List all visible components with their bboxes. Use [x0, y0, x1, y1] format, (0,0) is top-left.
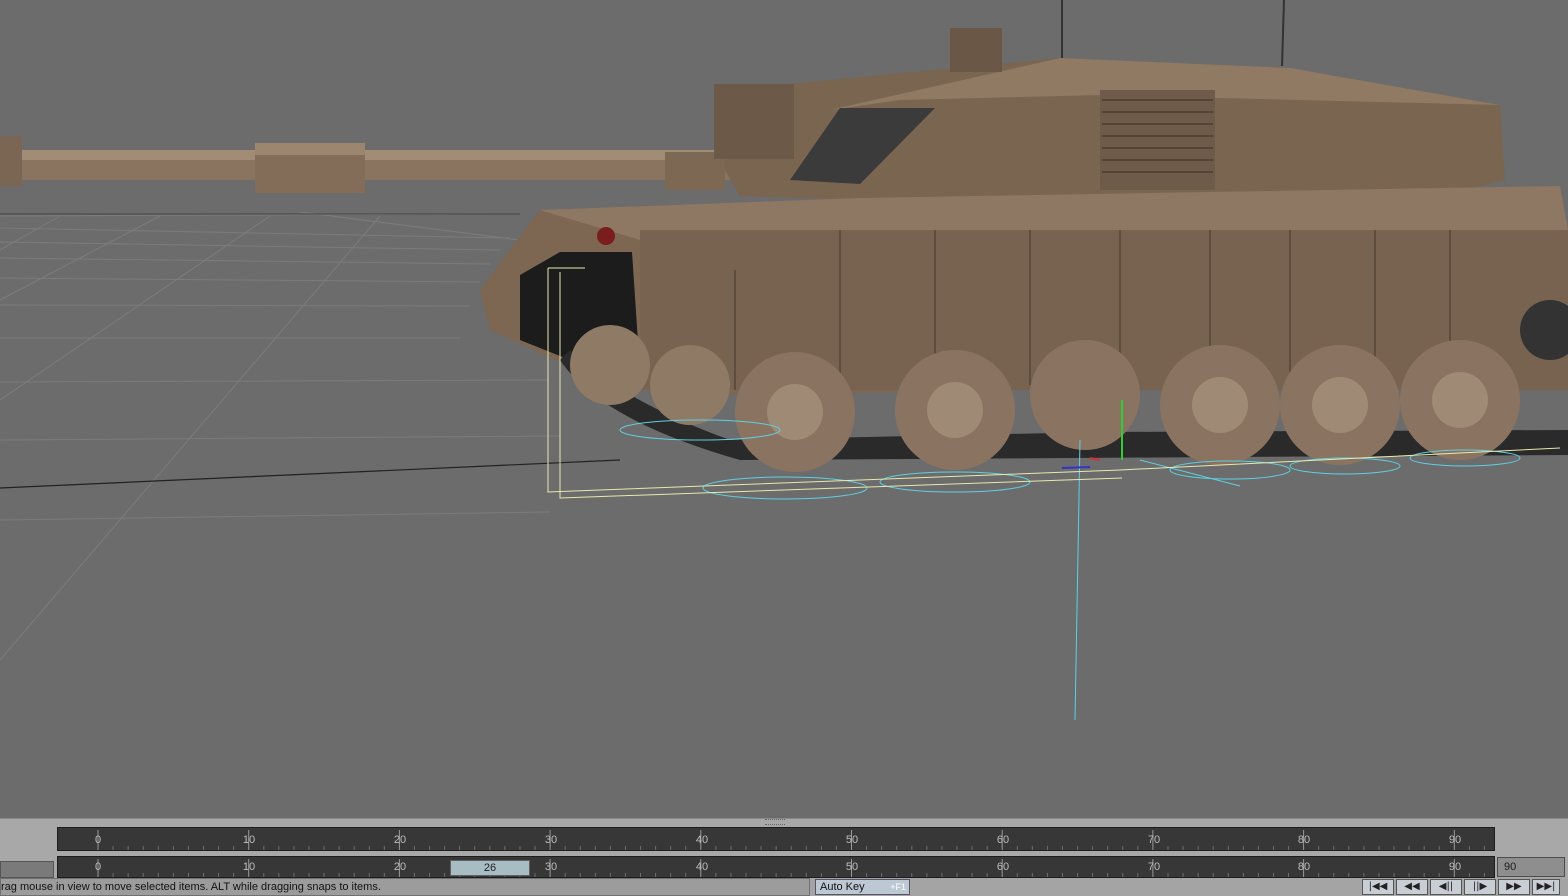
rewind-button[interactable]: ◀◀ — [1396, 879, 1428, 895]
3d-viewport[interactable] — [0, 0, 1568, 818]
ruler-label: 80 — [1297, 834, 1311, 846]
ruler-label: 0 — [94, 834, 102, 846]
slider-label: 10 — [242, 861, 256, 873]
auto-key-label: Auto Key — [820, 881, 865, 893]
slider-ticks — [97, 859, 1485, 877]
timeline-ruler[interactable]: 0 10 20 30 40 50 60 70 80 90 — [57, 827, 1495, 851]
ruler-label: 70 — [1147, 834, 1161, 846]
tank-turret — [714, 0, 1505, 200]
slider-label: 90 — [1448, 861, 1462, 873]
current-frame-indicator[interactable]: 26 — [450, 860, 530, 876]
panel-resize-grip[interactable] — [765, 819, 785, 825]
first-frame-button[interactable]: |◀◀ — [1362, 879, 1394, 895]
status-message: rag mouse in view to move selected items… — [0, 878, 810, 896]
slider-label: 80 — [1297, 861, 1311, 873]
slider-label: 60 — [996, 861, 1010, 873]
last-frame-icon: ▶▶| — [1536, 881, 1556, 892]
slider-label: 0 — [94, 861, 102, 873]
timeline-left-field[interactable] — [0, 861, 54, 878]
ruler-label: 30 — [544, 834, 558, 846]
slider-label: 70 — [1147, 861, 1161, 873]
tank-gun-barrel — [0, 136, 730, 193]
ruler-label: 10 — [242, 834, 256, 846]
rewind-icon: ◀◀ — [1404, 881, 1420, 892]
time-slider[interactable]: 26 0 10 20 30 40 50 60 70 80 90 — [57, 856, 1495, 878]
first-frame-icon: |◀◀ — [1368, 881, 1388, 892]
step-back-icon: ◀|| — [1438, 881, 1454, 892]
ruler-label: 40 — [695, 834, 709, 846]
last-frame-button[interactable]: ▶▶| — [1532, 879, 1560, 895]
timeline-panel: 0 10 20 30 40 50 60 70 80 90 26 0 10 20 … — [0, 818, 1568, 879]
slider-label: 30 — [544, 861, 558, 873]
transport-controls: |◀◀ ◀◀ ◀|| ||▶ ▶▶ ▶▶| — [1362, 879, 1568, 895]
step-back-button[interactable]: ◀|| — [1430, 879, 1462, 895]
viewport-scene — [0, 0, 1568, 721]
ruler-label: 50 — [845, 834, 859, 846]
slider-label: 50 — [845, 861, 859, 873]
step-forward-button[interactable]: ||▶ — [1464, 879, 1496, 895]
auto-key-shortcut: +F1 — [890, 882, 906, 892]
ruler-label: 90 — [1448, 834, 1462, 846]
slider-label: 20 — [393, 861, 407, 873]
rig-helpers — [619, 419, 1521, 721]
step-forward-icon: ||▶ — [1472, 881, 1488, 892]
ruler-ticks — [97, 830, 1485, 850]
auto-key-button[interactable]: Auto Key +F1 — [815, 879, 910, 895]
ruler-label: 20 — [393, 834, 407, 846]
end-frame-field[interactable]: 90 — [1497, 857, 1565, 877]
slider-label: 40 — [695, 861, 709, 873]
play-forward-button[interactable]: ▶▶ — [1498, 879, 1530, 895]
play-forward-icon: ▶▶ — [1506, 881, 1522, 892]
ruler-label: 60 — [996, 834, 1010, 846]
ground-grid — [0, 211, 561, 661]
status-bar: rag mouse in view to move selected items… — [0, 878, 1568, 896]
